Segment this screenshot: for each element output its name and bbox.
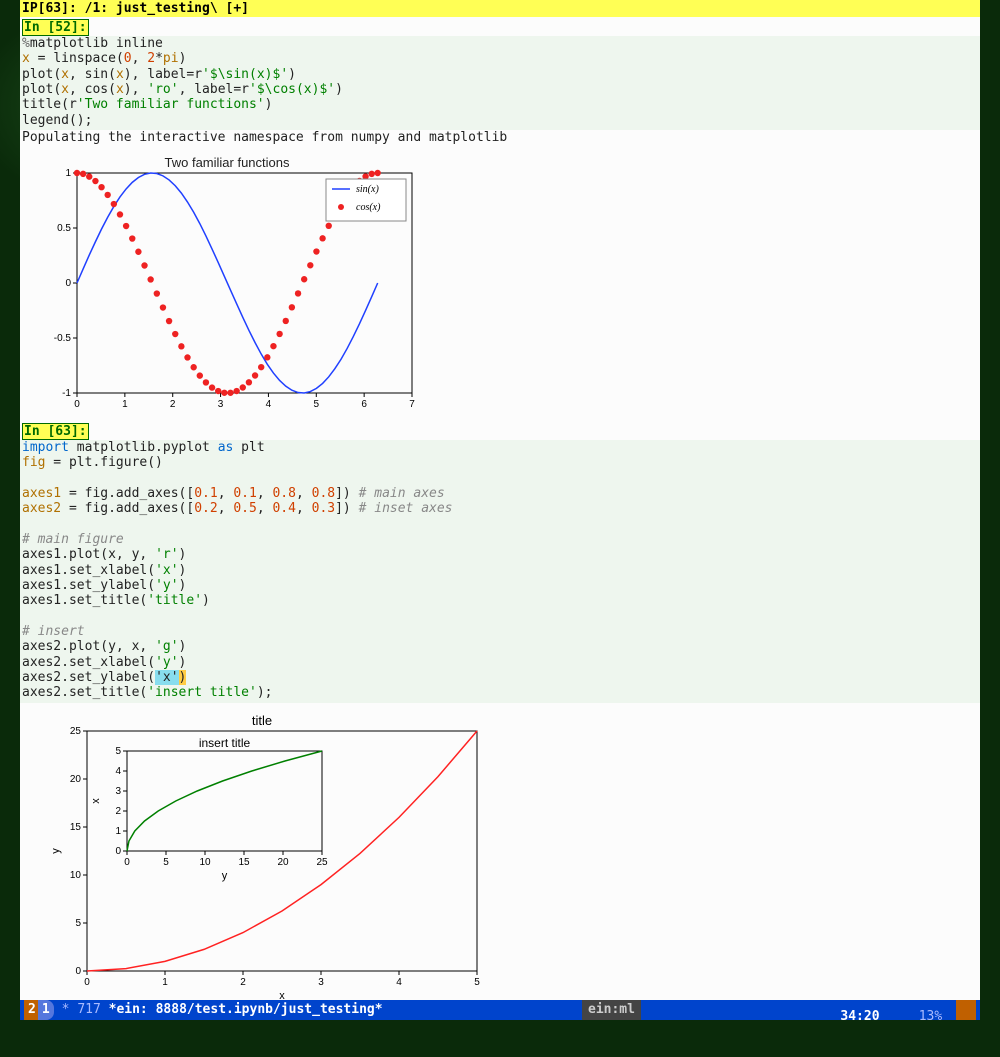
svg-text:0: 0 (124, 857, 130, 868)
svg-text:y: y (50, 847, 62, 853)
editor-frame: IP[63]: /1: just_testing\ [+] In [52]: %… (20, 0, 980, 1000)
svg-text:-0.5: -0.5 (54, 333, 72, 344)
svg-text:6: 6 (361, 399, 367, 410)
ml-scroll-pct: 13% (919, 1009, 942, 1024)
svg-text:-1: -1 (62, 388, 71, 399)
svg-text:0: 0 (75, 966, 81, 977)
ml-buffer-name: *ein: 8888/test.ipynb/just_testing* (109, 1000, 383, 1020)
svg-text:20: 20 (70, 774, 82, 785)
svg-text:y: y (222, 870, 228, 882)
svg-text:2: 2 (240, 977, 246, 988)
chart2-svg: title0123450510152025xyinsert title05101… (32, 711, 492, 1000)
svg-text:cos(x): cos(x) (356, 202, 381, 213)
svg-text:4: 4 (115, 766, 121, 777)
svg-text:15: 15 (70, 822, 82, 833)
svg-text:2: 2 (170, 399, 176, 410)
cell-63-figure: title0123450510152025xyinsert title05101… (32, 711, 492, 1000)
svg-text:title: title (252, 713, 272, 728)
svg-text:3: 3 (115, 786, 121, 797)
cell-52-stdout: Populating the interactive namespace fro… (20, 130, 980, 145)
svg-text:0: 0 (65, 278, 71, 289)
svg-text:4: 4 (396, 977, 402, 988)
svg-text:5: 5 (314, 399, 320, 410)
svg-text:sin(x): sin(x) (356, 184, 379, 195)
svg-text:25: 25 (70, 726, 82, 737)
ml-buffer-number: 1 (38, 1000, 54, 1020)
cell-52-code[interactable]: %matplotlib inline x = linspace(0, 2*pi)… (20, 36, 980, 130)
svg-text:5: 5 (163, 857, 169, 868)
svg-text:3: 3 (318, 977, 324, 988)
cell-52-prompt: In [52]: (22, 19, 89, 36)
chart1-title: Two familiar functions (32, 155, 422, 170)
svg-text:0: 0 (84, 977, 90, 988)
svg-text:0: 0 (74, 399, 80, 410)
svg-text:5: 5 (115, 746, 121, 757)
svg-text:5: 5 (474, 977, 480, 988)
svg-text:7: 7 (409, 399, 415, 410)
svg-text:0.5: 0.5 (57, 223, 71, 234)
ml-cursor-pos: 34:20 (840, 1009, 879, 1024)
svg-text:10: 10 (70, 870, 82, 881)
svg-text:1: 1 (122, 399, 128, 410)
svg-text:1: 1 (162, 977, 168, 988)
svg-text:insert title: insert title (199, 736, 251, 750)
window-titlebar: IP[63]: /1: just_testing\ [+] (20, 0, 980, 17)
cell-63[interactable]: In [63]: import matplotlib.pyplot as plt… (20, 421, 980, 703)
ml-size: 717 (77, 1000, 100, 1020)
cell-63-code[interactable]: import matplotlib.pyplot as plt fig = pl… (20, 440, 980, 703)
ml-tail-icon (956, 1000, 976, 1020)
svg-text:15: 15 (238, 857, 250, 868)
cell-52[interactable]: In [52]: %matplotlib inline x = linspace… (20, 17, 980, 145)
modeline: 2 1 * 717 *ein: 8888/test.ipynb/just_tes… (20, 1000, 980, 1020)
svg-text:x: x (279, 990, 285, 1000)
chart1-svg: 01234567-1-0.500.51sin(x)cos(x) (32, 153, 422, 413)
cell-52-figure: Two familiar functions 0 1 2 3 4 5 6 7 -1 -0.5 0 0.… (32, 153, 422, 413)
svg-text:4: 4 (266, 399, 272, 410)
svg-text:25: 25 (316, 857, 328, 868)
ml-major-mode: ein:ml (582, 1000, 641, 1020)
svg-text:5: 5 (75, 918, 81, 929)
svg-text:x: x (90, 797, 102, 803)
svg-text:0: 0 (115, 846, 121, 857)
svg-text:3: 3 (218, 399, 224, 410)
ml-modified: * (62, 1000, 70, 1020)
cell-63-prompt: In [63]: (22, 423, 89, 440)
svg-text:1: 1 (115, 826, 121, 837)
svg-text:2: 2 (115, 806, 121, 817)
svg-text:10: 10 (199, 857, 211, 868)
svg-text:20: 20 (277, 857, 289, 868)
